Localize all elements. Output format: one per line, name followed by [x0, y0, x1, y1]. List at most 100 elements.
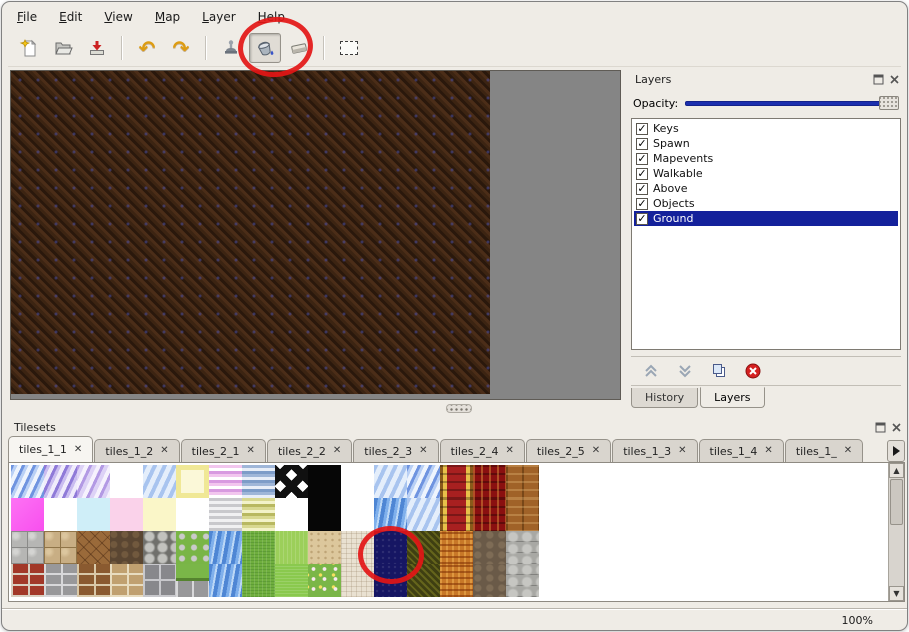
close-tab-icon[interactable]: ✕: [333, 446, 341, 456]
tile-grass-edge[interactable]: [176, 564, 209, 597]
tileset-tab-tiles_2_1[interactable]: tiles_2_1✕: [181, 439, 266, 462]
tile-water-purple[interactable]: [44, 465, 77, 498]
tile-white[interactable]: [275, 498, 308, 531]
layer-row-above[interactable]: ✓Above: [634, 181, 898, 196]
tileset-tab-tiles_1_2[interactable]: tiles_1_2✕: [94, 439, 179, 462]
scrollbar-thumb[interactable]: [890, 479, 903, 525]
tileset-tab-tiles_1_1[interactable]: tiles_1_1✕: [8, 436, 93, 462]
map-canvas[interactable]: [10, 70, 621, 400]
tile-grass-bright[interactable]: [275, 564, 308, 597]
tile-stone-gray[interactable]: [11, 531, 44, 564]
tile-wood[interactable]: [506, 465, 539, 498]
restore-icon[interactable]: [872, 73, 885, 86]
tile-olive-dark[interactable]: [407, 531, 440, 564]
tile-black[interactable]: [308, 465, 341, 498]
new-button[interactable]: [13, 33, 45, 63]
checkbox-checked-icon[interactable]: ✓: [636, 213, 648, 225]
delete-layer-button[interactable]: [741, 360, 765, 382]
menu-file[interactable]: File: [8, 8, 46, 26]
tile-water-sea[interactable]: [209, 531, 242, 564]
close-tab-icon[interactable]: ✕: [678, 446, 686, 456]
tile-yellow-pane[interactable]: [176, 465, 209, 498]
tile-column-gold[interactable]: [440, 465, 473, 498]
checkbox-checked-icon[interactable]: ✓: [636, 168, 648, 180]
layer-row-keys[interactable]: ✓Keys: [634, 121, 898, 136]
close-tab-icon[interactable]: ✕: [844, 446, 852, 456]
tile-gray-stripe[interactable]: [209, 498, 242, 531]
tile-olive-dark[interactable]: [407, 564, 440, 597]
tile-brick-stone[interactable]: [143, 564, 176, 597]
tile-cyan-pale[interactable]: [77, 498, 110, 531]
scrollbar-track[interactable]: [889, 526, 904, 586]
tile-water-blue[interactable]: [407, 465, 440, 498]
rect-select-tool-button[interactable]: [333, 33, 365, 63]
tile-yellow-pale[interactable]: [143, 498, 176, 531]
tile-column-gold[interactable]: [440, 498, 473, 531]
tile-brick-brown[interactable]: [77, 564, 110, 597]
tile-black[interactable]: [308, 498, 341, 531]
layer-row-mapevents[interactable]: ✓Mapevents: [634, 151, 898, 166]
tileset-tab-tiles_2_4[interactable]: tiles_2_4✕: [440, 439, 525, 462]
tile-rock-dark[interactable]: [110, 531, 143, 564]
tile-white[interactable]: [341, 498, 374, 531]
checkbox-checked-icon[interactable]: ✓: [636, 153, 648, 165]
tile-wood[interactable]: [506, 498, 539, 531]
tile-water-sea[interactable]: [209, 564, 242, 597]
opacity-slider[interactable]: [685, 95, 899, 111]
tile-stone-tan[interactable]: [44, 531, 77, 564]
tile-water-blue[interactable]: [11, 465, 44, 498]
tile-navy[interactable]: [374, 564, 407, 597]
tile-brick-gray[interactable]: [44, 564, 77, 597]
tile-cobble[interactable]: [143, 531, 176, 564]
menu-view[interactable]: View: [95, 8, 141, 26]
tile-water-pale[interactable]: [143, 465, 176, 498]
tileset-tab-tiles_2_3[interactable]: tiles_2_3✕: [353, 439, 438, 462]
tile-water-pale[interactable]: [374, 465, 407, 498]
tileset-tab-tiles_2_5[interactable]: tiles_2_5✕: [526, 439, 611, 462]
tile-orange-weave[interactable]: [440, 531, 473, 564]
scrollbar-up-icon[interactable]: ▲: [889, 463, 904, 478]
tile-white[interactable]: [176, 498, 209, 531]
lower-layer-button[interactable]: [673, 360, 697, 382]
close-tab-icon[interactable]: ✕: [592, 446, 600, 456]
checkbox-checked-icon[interactable]: ✓: [636, 183, 648, 195]
fill-tool-button[interactable]: [249, 33, 281, 63]
tile-grass-flowers[interactable]: [308, 564, 341, 597]
checkbox-checked-icon[interactable]: ✓: [636, 138, 648, 150]
duplicate-layer-button[interactable]: [707, 360, 731, 382]
tile-brick-tan[interactable]: [110, 564, 143, 597]
tile-rock-brown[interactable]: [473, 564, 506, 597]
tile-grass[interactable]: [242, 564, 275, 597]
tile-dirt-cracked[interactable]: [77, 531, 110, 564]
eraser-tool-button[interactable]: [283, 33, 315, 63]
open-button[interactable]: [47, 33, 79, 63]
tile-magenta[interactable]: [11, 498, 44, 531]
tile-grass[interactable]: [242, 531, 275, 564]
import-save-button[interactable]: [81, 33, 113, 63]
tile-carpet-red[interactable]: [473, 465, 506, 498]
splitter-handle[interactable]: [446, 404, 472, 413]
layer-row-walkable[interactable]: ✓Walkable: [634, 166, 898, 181]
map-tiles-painted-region[interactable]: [11, 71, 490, 394]
tile-stone2[interactable]: [506, 564, 539, 597]
checkbox-checked-icon[interactable]: ✓: [636, 123, 648, 135]
tile-checker[interactable]: [275, 465, 308, 498]
tile-grass-stones[interactable]: [176, 531, 209, 564]
stamp-tool-button[interactable]: [215, 33, 247, 63]
tileset-tab-tiles_1_3[interactable]: tiles_1_3✕: [612, 439, 697, 462]
tile-pale-weave[interactable]: [341, 564, 374, 597]
layer-row-ground[interactable]: ✓Ground: [634, 211, 898, 226]
tile-rock-brown[interactable]: [473, 531, 506, 564]
tileset-scrollbar[interactable]: ▲ ▼: [888, 463, 904, 601]
tile-navy[interactable]: [374, 531, 407, 564]
close-tab-icon[interactable]: ✕: [74, 445, 82, 455]
tab-history[interactable]: History: [631, 388, 698, 408]
close-icon[interactable]: [888, 73, 901, 86]
undo-button[interactable]: ↶: [131, 33, 163, 63]
menu-map[interactable]: Map: [146, 8, 189, 26]
redo-button[interactable]: ↷: [165, 33, 197, 63]
tile-pale-weave[interactable]: [341, 531, 374, 564]
tab-layers[interactable]: Layers: [700, 387, 764, 408]
layer-row-objects[interactable]: ✓Objects: [634, 196, 898, 211]
close-icon[interactable]: [890, 421, 903, 434]
